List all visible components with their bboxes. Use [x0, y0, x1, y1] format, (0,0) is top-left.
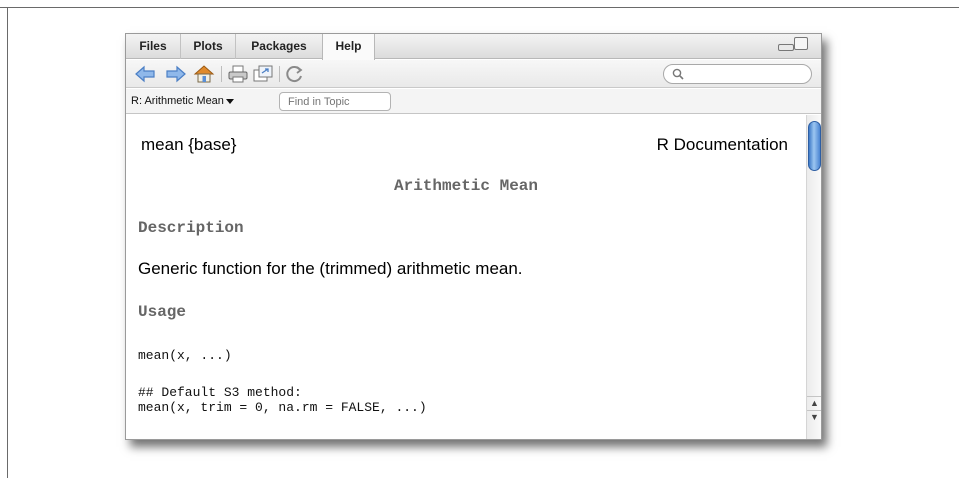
tab-files[interactable]: Files — [126, 34, 181, 59]
frame-top-border — [0, 7, 959, 8]
scroll-up-button[interactable]: ▲ — [807, 396, 821, 409]
description-heading: Description — [138, 219, 244, 237]
topic-dropdown[interactable]: R: Arithmetic Mean — [131, 94, 234, 109]
doc-package-label: mean {base} — [141, 135, 237, 154]
usage-code-line: mean(x, ...) — [138, 348, 232, 363]
forward-arrow-icon[interactable] — [165, 64, 187, 84]
print-icon[interactable] — [227, 64, 249, 84]
usage-heading: Usage — [138, 303, 187, 321]
doc-title: Arithmetic Mean — [393, 177, 539, 195]
home-icon[interactable] — [193, 64, 215, 84]
tab-plots[interactable]: Plots — [181, 34, 236, 59]
back-arrow-icon[interactable] — [134, 64, 156, 84]
search-input[interactable] — [688, 66, 806, 82]
doc-source-label: R Documentation — [656, 135, 788, 154]
toolbar-separator — [221, 66, 222, 82]
open-in-new-window-icon[interactable] — [252, 64, 274, 84]
tab-bar: Files Plots Packages Help — [126, 34, 821, 60]
help-toolbar — [126, 60, 821, 88]
find-in-topic-input[interactable] — [279, 92, 391, 111]
usage-code-line: ## Default S3 method: — [138, 385, 302, 400]
tab-help[interactable]: Help — [322, 34, 375, 60]
help-search-field[interactable] — [663, 64, 812, 84]
search-icon — [672, 68, 684, 80]
minimize-pane-button[interactable] — [778, 40, 794, 51]
scrollbar-thumb[interactable] — [808, 121, 821, 171]
usage-code-line: mean(x, trim = 0, na.rm = FALSE, ...) — [138, 400, 427, 415]
refresh-icon[interactable] — [284, 64, 306, 84]
help-content: mean {base} R Documentation Arithmetic M… — [126, 115, 806, 439]
help-pane-window: Files Plots Packages Help R: Arithmetic … — [125, 33, 822, 440]
frame-left-border — [7, 7, 8, 478]
vertical-scrollbar[interactable]: ▲ ▼ — [806, 115, 821, 439]
topic-dropdown-label: R: Arithmetic Mean — [131, 95, 224, 107]
description-text: Generic function for the (trimmed) arith… — [138, 259, 523, 278]
topic-bar: R: Arithmetic Mean — [126, 89, 821, 114]
maximize-pane-button[interactable] — [794, 37, 808, 50]
scroll-down-button[interactable]: ▼ — [807, 410, 821, 423]
tab-packages[interactable]: Packages — [236, 34, 323, 59]
toolbar-separator — [279, 66, 280, 82]
chevron-down-icon — [225, 98, 234, 104]
